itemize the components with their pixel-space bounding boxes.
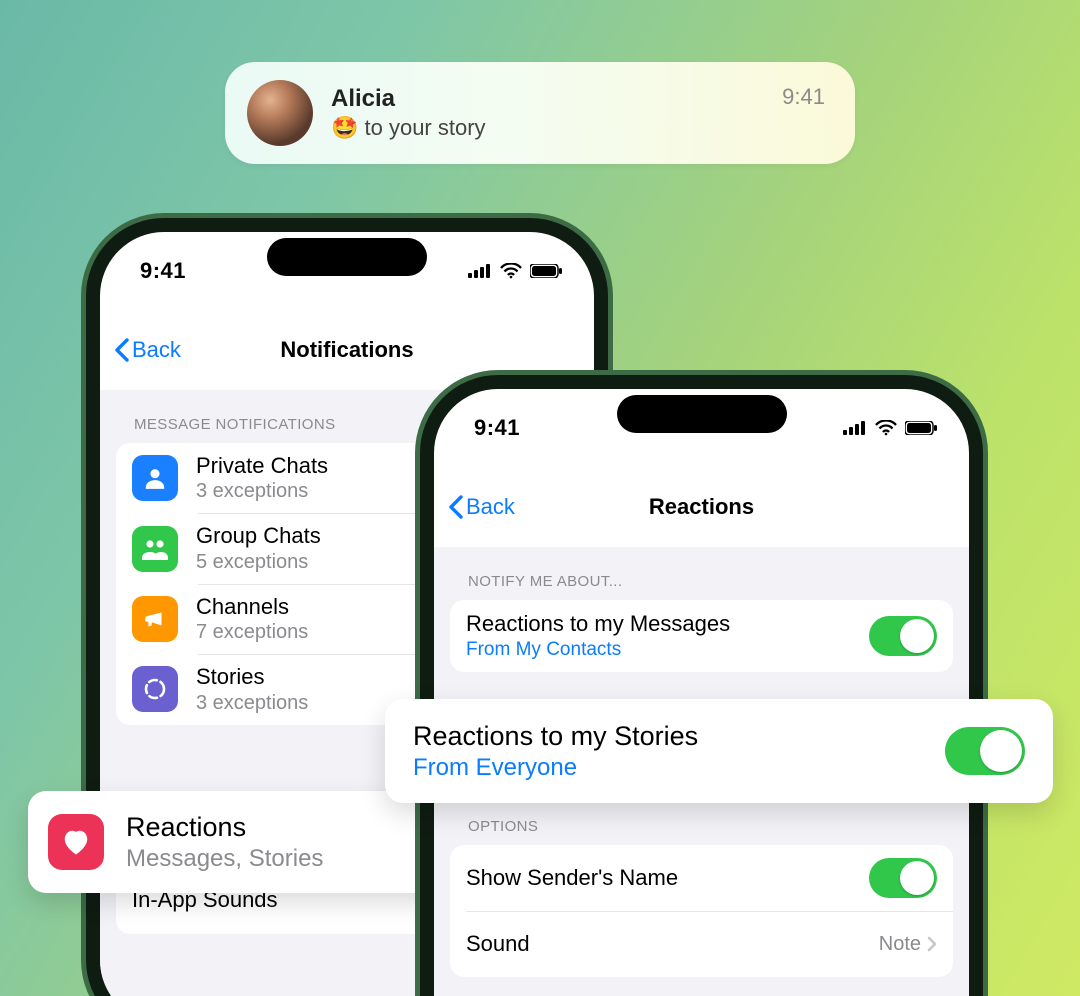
wifi-icon bbox=[875, 420, 897, 436]
row-title: Group Chats bbox=[196, 523, 321, 549]
person-icon bbox=[132, 455, 178, 501]
chevron-right-icon bbox=[927, 936, 937, 952]
avatar bbox=[247, 80, 313, 146]
row-title: Reactions bbox=[126, 811, 323, 843]
back-button[interactable]: Back bbox=[448, 494, 515, 520]
row-sub: 7 exceptions bbox=[196, 621, 308, 644]
toast-body: 🤩 to your story bbox=[331, 115, 486, 141]
row-title: Stories bbox=[196, 664, 308, 690]
toggle-reactions-messages[interactable] bbox=[869, 616, 937, 656]
toggle-show-sender[interactable] bbox=[869, 858, 937, 898]
row-title: Channels bbox=[196, 594, 308, 620]
toggle-reactions-stories[interactable] bbox=[945, 727, 1025, 775]
row-title: Reactions to my Stories bbox=[413, 721, 698, 752]
back-label: Back bbox=[466, 494, 515, 520]
toast-text: Alicia 🤩 to your story bbox=[331, 85, 486, 141]
chevron-left-icon bbox=[114, 338, 130, 362]
cellular-icon bbox=[843, 421, 867, 435]
notify-rows: Reactions to my Messages From My Contact… bbox=[450, 600, 953, 672]
toast-name: Alicia bbox=[331, 85, 486, 113]
row-reactions-stories-highlight[interactable]: Reactions to my Stories From Everyone bbox=[385, 699, 1053, 803]
section-header-notify: NOTIFY ME ABOUT... bbox=[434, 547, 969, 600]
group-icon bbox=[132, 526, 178, 572]
row-reactions-messages[interactable]: Reactions to my Messages From My Contact… bbox=[450, 600, 953, 672]
options-rows: Show Sender's Name Sound Note bbox=[450, 845, 953, 977]
status-time: 9:41 bbox=[140, 258, 186, 284]
battery-icon bbox=[905, 421, 937, 435]
row-sub: From Everyone bbox=[413, 754, 698, 782]
dynamic-island bbox=[267, 238, 427, 276]
row-sub: 5 exceptions bbox=[196, 551, 321, 574]
row-value: Note bbox=[879, 933, 921, 956]
navbar: Back Reactions bbox=[434, 481, 969, 533]
battery-icon bbox=[530, 264, 562, 278]
toast-time: 9:41 bbox=[782, 84, 825, 110]
megaphone-icon bbox=[132, 596, 178, 642]
back-button[interactable]: Back bbox=[114, 337, 181, 363]
stories-icon bbox=[132, 666, 178, 712]
chevron-left-icon bbox=[448, 495, 464, 519]
row-title: Private Chats bbox=[196, 453, 328, 479]
status-time: 9:41 bbox=[474, 415, 520, 441]
heart-icon bbox=[48, 814, 104, 870]
row-reactions-highlight[interactable]: Reactions Messages, Stories bbox=[28, 791, 448, 893]
dynamic-island bbox=[617, 395, 787, 433]
row-sub: 3 exceptions bbox=[196, 480, 328, 503]
story-reaction-toast[interactable]: Alicia 🤩 to your story 9:41 bbox=[225, 62, 855, 164]
section-header-options: OPTIONS bbox=[434, 796, 969, 845]
phone-reactions: 9:41 Back Reactions NOTIFY ME ABOUT... R… bbox=[420, 375, 983, 996]
status-icons bbox=[843, 420, 937, 436]
row-sub: From My Contacts bbox=[466, 639, 730, 661]
row-sub: Messages, Stories bbox=[126, 845, 323, 873]
row-title: Show Sender's Name bbox=[466, 865, 678, 891]
row-title: Reactions to my Messages bbox=[466, 611, 730, 637]
row-show-sender[interactable]: Show Sender's Name bbox=[450, 845, 953, 911]
status-bar: 9:41 bbox=[100, 232, 594, 292]
cellular-icon bbox=[468, 264, 492, 278]
row-sub: 3 exceptions bbox=[196, 692, 308, 715]
status-icons bbox=[468, 263, 562, 279]
back-label: Back bbox=[132, 337, 181, 363]
row-title: Sound bbox=[466, 931, 530, 957]
row-sound[interactable]: Sound Note bbox=[450, 911, 953, 977]
status-bar: 9:41 bbox=[434, 389, 969, 449]
navbar: Back Notifications bbox=[100, 324, 594, 376]
wifi-icon bbox=[500, 263, 522, 279]
